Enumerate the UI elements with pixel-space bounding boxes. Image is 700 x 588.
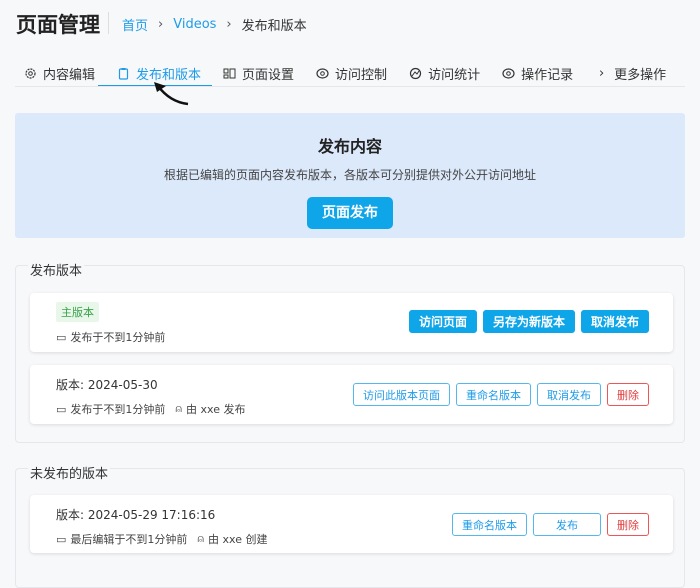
author: 由 xxe 发布 xyxy=(186,403,246,416)
gear-icon xyxy=(24,67,37,80)
tab-more-actions[interactable]: › 更多操作 xyxy=(584,60,677,86)
unpublished-versions-section: 未发布的版本 版本: 2024-05-29 17:16:16 ▭ 最后编辑于不到1… xyxy=(15,463,685,588)
visit-page-button[interactable]: 访问页面 xyxy=(408,310,477,333)
calendar-icon: ▭ xyxy=(56,532,67,546)
main-version-badge: 主版本 xyxy=(56,302,99,322)
section-legend: 未发布的版本 xyxy=(28,463,111,482)
banner-description: 根据已编辑的页面内容发布版本，各版本可分别提供对外公开访问地址 xyxy=(163,168,536,182)
version-title: 版本: 2024-05-29 17:16:16 xyxy=(56,508,216,522)
version-card: 版本: 2024-05-29 17:16:16 ▭ 最后编辑于不到1分钟前 ⍝ 由 x… xyxy=(30,495,673,553)
page-title: 页面管理 xyxy=(16,13,100,37)
tab-label: 内容编辑 xyxy=(43,67,96,83)
tab-content-edit[interactable]: 内容编辑 xyxy=(24,60,106,86)
eye-icon xyxy=(316,67,329,80)
chart-icon xyxy=(409,67,422,80)
chevron-right-icon: › xyxy=(158,17,164,32)
publish-time: 发布于不到1分钟前 xyxy=(70,403,166,416)
tab-divider xyxy=(15,86,685,87)
user-icon: ⍝ xyxy=(175,402,183,415)
rename-version-button[interactable]: 重命名版本 xyxy=(452,513,527,536)
save-as-new-version-button[interactable]: 另存为新版本 xyxy=(482,310,575,333)
tab-label: 页面设置 xyxy=(242,67,295,83)
user-icon: ⍝ xyxy=(197,532,205,545)
tab-label: 操作记录 xyxy=(521,67,574,83)
delete-button[interactable]: 删除 xyxy=(607,513,649,536)
tab-label: 访问统计 xyxy=(428,67,481,83)
publish-time: 发布于不到1分钟前 xyxy=(70,331,166,344)
publish-page-button[interactable]: 页面发布 xyxy=(307,197,393,229)
published-versions-section: 发布版本 主版本 ▭ 发布于不到1分钟前 访问页面 另存为新版本 取消发布 版本:… xyxy=(15,260,685,443)
chevron-right-icon: › xyxy=(598,65,605,81)
delete-button[interactable]: 删除 xyxy=(607,383,649,406)
main-version-card: 主版本 ▭ 发布于不到1分钟前 访问页面 另存为新版本 取消发布 xyxy=(30,293,673,352)
tab-label: 访问控制 xyxy=(335,67,388,83)
layout-icon xyxy=(223,67,236,80)
calendar-icon: ▭ xyxy=(56,330,67,344)
tab-label: 更多操作 xyxy=(614,67,667,83)
publish-button[interactable]: 发布 xyxy=(533,513,601,536)
edit-time: 最后编辑于不到1分钟前 xyxy=(70,533,188,546)
tab-page-settings[interactable]: 页面设置 xyxy=(212,60,305,86)
calendar-icon: ▭ xyxy=(56,402,67,416)
unpublish-button[interactable]: 取消发布 xyxy=(537,383,601,406)
tab-access-stats[interactable]: 访问统计 xyxy=(398,60,491,86)
divider xyxy=(108,12,109,34)
tab-access-control[interactable]: 访问控制 xyxy=(305,60,398,86)
rename-version-button[interactable]: 重命名版本 xyxy=(456,383,531,406)
breadcrumb: 首页 › Videos › 发布和版本 xyxy=(122,15,307,34)
breadcrumb-home[interactable]: 首页 xyxy=(122,15,148,34)
tab-operation-log[interactable]: 操作记录 xyxy=(491,60,584,86)
breadcrumb-videos[interactable]: Videos xyxy=(173,17,216,32)
publish-banner: 发布内容 根据已编辑的页面内容发布版本，各版本可分别提供对外公开访问地址 页面发… xyxy=(15,113,685,238)
pointer-arrow-icon xyxy=(154,82,189,106)
eye-icon xyxy=(502,67,515,80)
tab-bar: 内容编辑 发布和版本 页面设置 访问控制 访问统计 操作记录 › 更多操作 xyxy=(24,60,677,87)
clipboard-icon xyxy=(117,67,130,80)
version-card: 版本: 2024-05-30 ▭ 发布于不到1分钟前 ⍝ 由 xxe 发布 访问此版本… xyxy=(30,365,673,424)
author: 由 xxe 创建 xyxy=(208,533,268,546)
chevron-right-icon: › xyxy=(226,17,232,32)
unpublish-button[interactable]: 取消发布 xyxy=(580,310,649,333)
visit-version-page-button[interactable]: 访问此版本页面 xyxy=(353,383,450,406)
section-legend: 发布版本 xyxy=(28,260,85,279)
banner-title: 发布内容 xyxy=(317,137,382,156)
breadcrumb-current: 发布和版本 xyxy=(241,19,307,34)
version-title: 版本: 2024-05-30 xyxy=(56,378,158,392)
